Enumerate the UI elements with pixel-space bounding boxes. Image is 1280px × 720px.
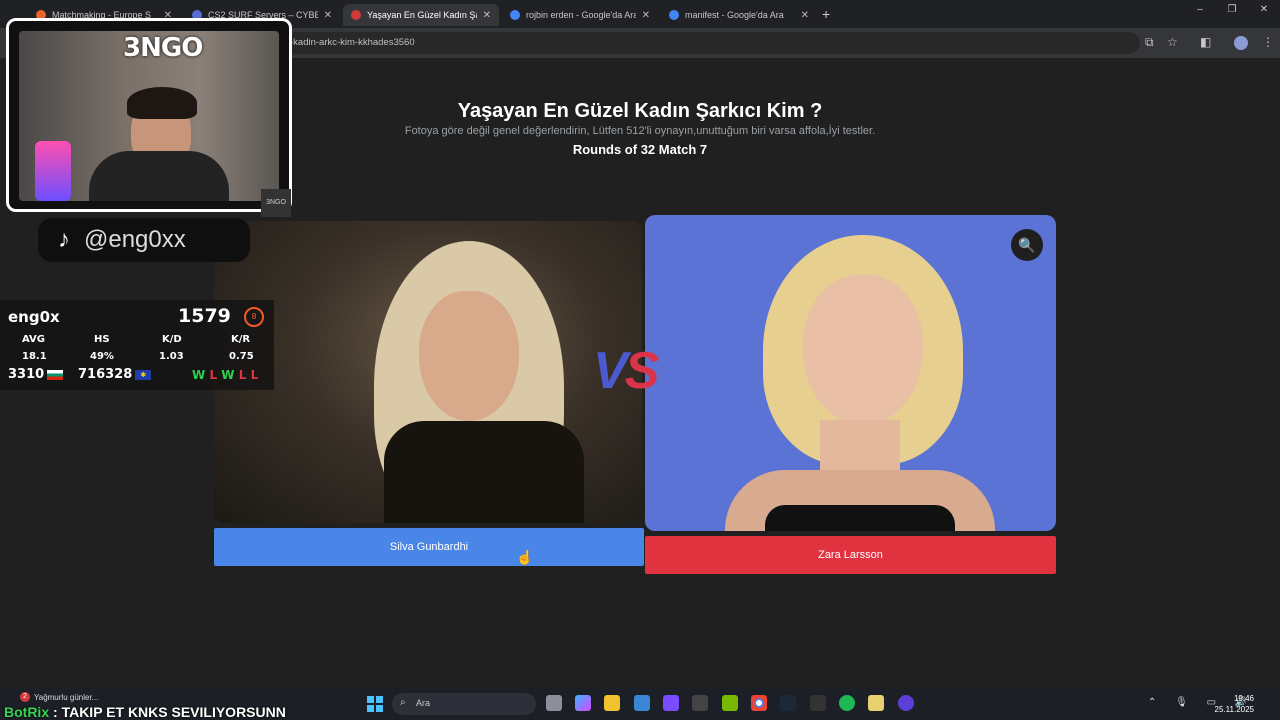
right-choice-button[interactable]: Zara Larsson (645, 536, 1056, 574)
profile-avatar-icon[interactable] (1234, 36, 1248, 50)
steam-icon[interactable] (780, 695, 796, 711)
tab-rojbin-erden[interactable]: rojbin erden - Google'da Ara ✕ (502, 4, 658, 26)
minimize-button[interactable]: – (1184, 4, 1216, 15)
close-icon[interactable]: ✕ (324, 10, 332, 21)
elo-value: 1579 (178, 305, 231, 327)
google-icon (510, 10, 520, 20)
faceit-stats-overlay: eng0x 1579 8 AVG HS K/D K/R 18.1 49% 1.0… (0, 300, 274, 390)
close-icon[interactable]: ✕ (801, 10, 809, 21)
eu-flag-icon: ✱ (135, 369, 152, 380)
bookmark-star-icon[interactable]: ☆ (1167, 35, 1178, 49)
google-icon (669, 10, 679, 20)
spotify-icon[interactable] (839, 695, 855, 711)
left-choice-button[interactable]: Silva Gunbardhi (214, 528, 644, 566)
stat-header: K/R (231, 334, 251, 345)
webcam-overlay: 3NGO 3NGO (6, 18, 292, 217)
stat-value: 1.03 (159, 351, 184, 362)
tiktok-icon: ♪ (58, 226, 70, 253)
right-contestant-photo[interactable]: 🔍 (645, 215, 1056, 531)
stat-header: AVG (22, 334, 46, 345)
stat-value: 18.1 (22, 351, 47, 362)
menu-kebab-icon[interactable]: ⋮ (1262, 35, 1274, 49)
zoom-icon[interactable]: 🔍 (1011, 229, 1043, 261)
system-clock[interactable]: 19:46 25.11.2025 (1215, 693, 1254, 715)
translate-icon[interactable]: ⧉ (1145, 35, 1154, 50)
tiktok-handle: @eng0xx (84, 226, 186, 253)
file-explorer-icon[interactable] (604, 695, 620, 711)
left-contestant-photo[interactable] (214, 221, 642, 523)
chrome-icon[interactable] (751, 695, 767, 711)
bulgaria-flag-icon (47, 369, 64, 380)
weather-widget[interactable]: Yağmurlu günler... (34, 693, 98, 702)
brand-logo-small: 3NGO (261, 189, 291, 217)
tab-favicon-icon (351, 10, 361, 20)
hand-cursor-icon: ☝ (516, 549, 534, 565)
brand-logo: 3NGO (123, 33, 203, 63)
maximize-button[interactable]: ❐ (1216, 4, 1248, 15)
country-rank: 3310 (8, 367, 64, 382)
versus-label: VS (593, 342, 659, 400)
new-tab-button[interactable]: + (822, 6, 830, 22)
extensions-icon[interactable]: ◧ (1200, 35, 1211, 49)
app-icon[interactable] (868, 695, 884, 711)
stat-value: 49% (90, 351, 114, 362)
app-icon[interactable] (810, 695, 826, 711)
recent-results: W L W L L (192, 368, 259, 382)
url-field[interactable]: -kadin-arkc-kim-kkhades3560 (200, 32, 1140, 54)
player-name: eng0x (8, 308, 60, 326)
task-view-icon[interactable] (546, 695, 562, 711)
app-icon[interactable] (692, 695, 708, 711)
windows-start-icon[interactable] (367, 696, 383, 712)
tab-active-quiz[interactable]: Yaşayan En Güzel Kadın Şarkıcı ✕ (343, 4, 499, 26)
stat-header: K/D (162, 334, 182, 345)
copilot-icon[interactable] (575, 695, 591, 711)
notification-count-badge: 2 (20, 692, 30, 702)
stat-header: HS (94, 334, 110, 345)
close-icon[interactable]: ✕ (483, 10, 491, 21)
window-controls: – ❐ ✕ (1184, 4, 1280, 15)
close-icon[interactable]: ✕ (642, 10, 650, 21)
nvidia-icon[interactable] (722, 695, 738, 711)
tiktok-handle-badge: ♪ @eng0xx (38, 218, 250, 262)
region-rank: 716328 ✱ (78, 367, 152, 382)
chat-message-overlay: BotRix : TAKIP ET KNKS SEVILIYORSUNN (4, 704, 286, 720)
stat-value: 0.75 (229, 351, 254, 362)
windows-taskbar: 2 Yağmurlu günler... BotRix : TAKIP ET K… (0, 688, 1280, 720)
app-icon[interactable] (663, 695, 679, 711)
store-icon[interactable] (634, 695, 650, 711)
close-window-button[interactable]: ✕ (1248, 4, 1280, 15)
taskbar-search[interactable]: ⌕ Ara (392, 693, 536, 715)
search-icon: ⌕ (400, 697, 406, 708)
app-icon[interactable] (898, 695, 914, 711)
tab-manifest[interactable]: manifest - Google'da Ara ✕ (661, 4, 817, 26)
level-badge: 8 (244, 307, 264, 327)
